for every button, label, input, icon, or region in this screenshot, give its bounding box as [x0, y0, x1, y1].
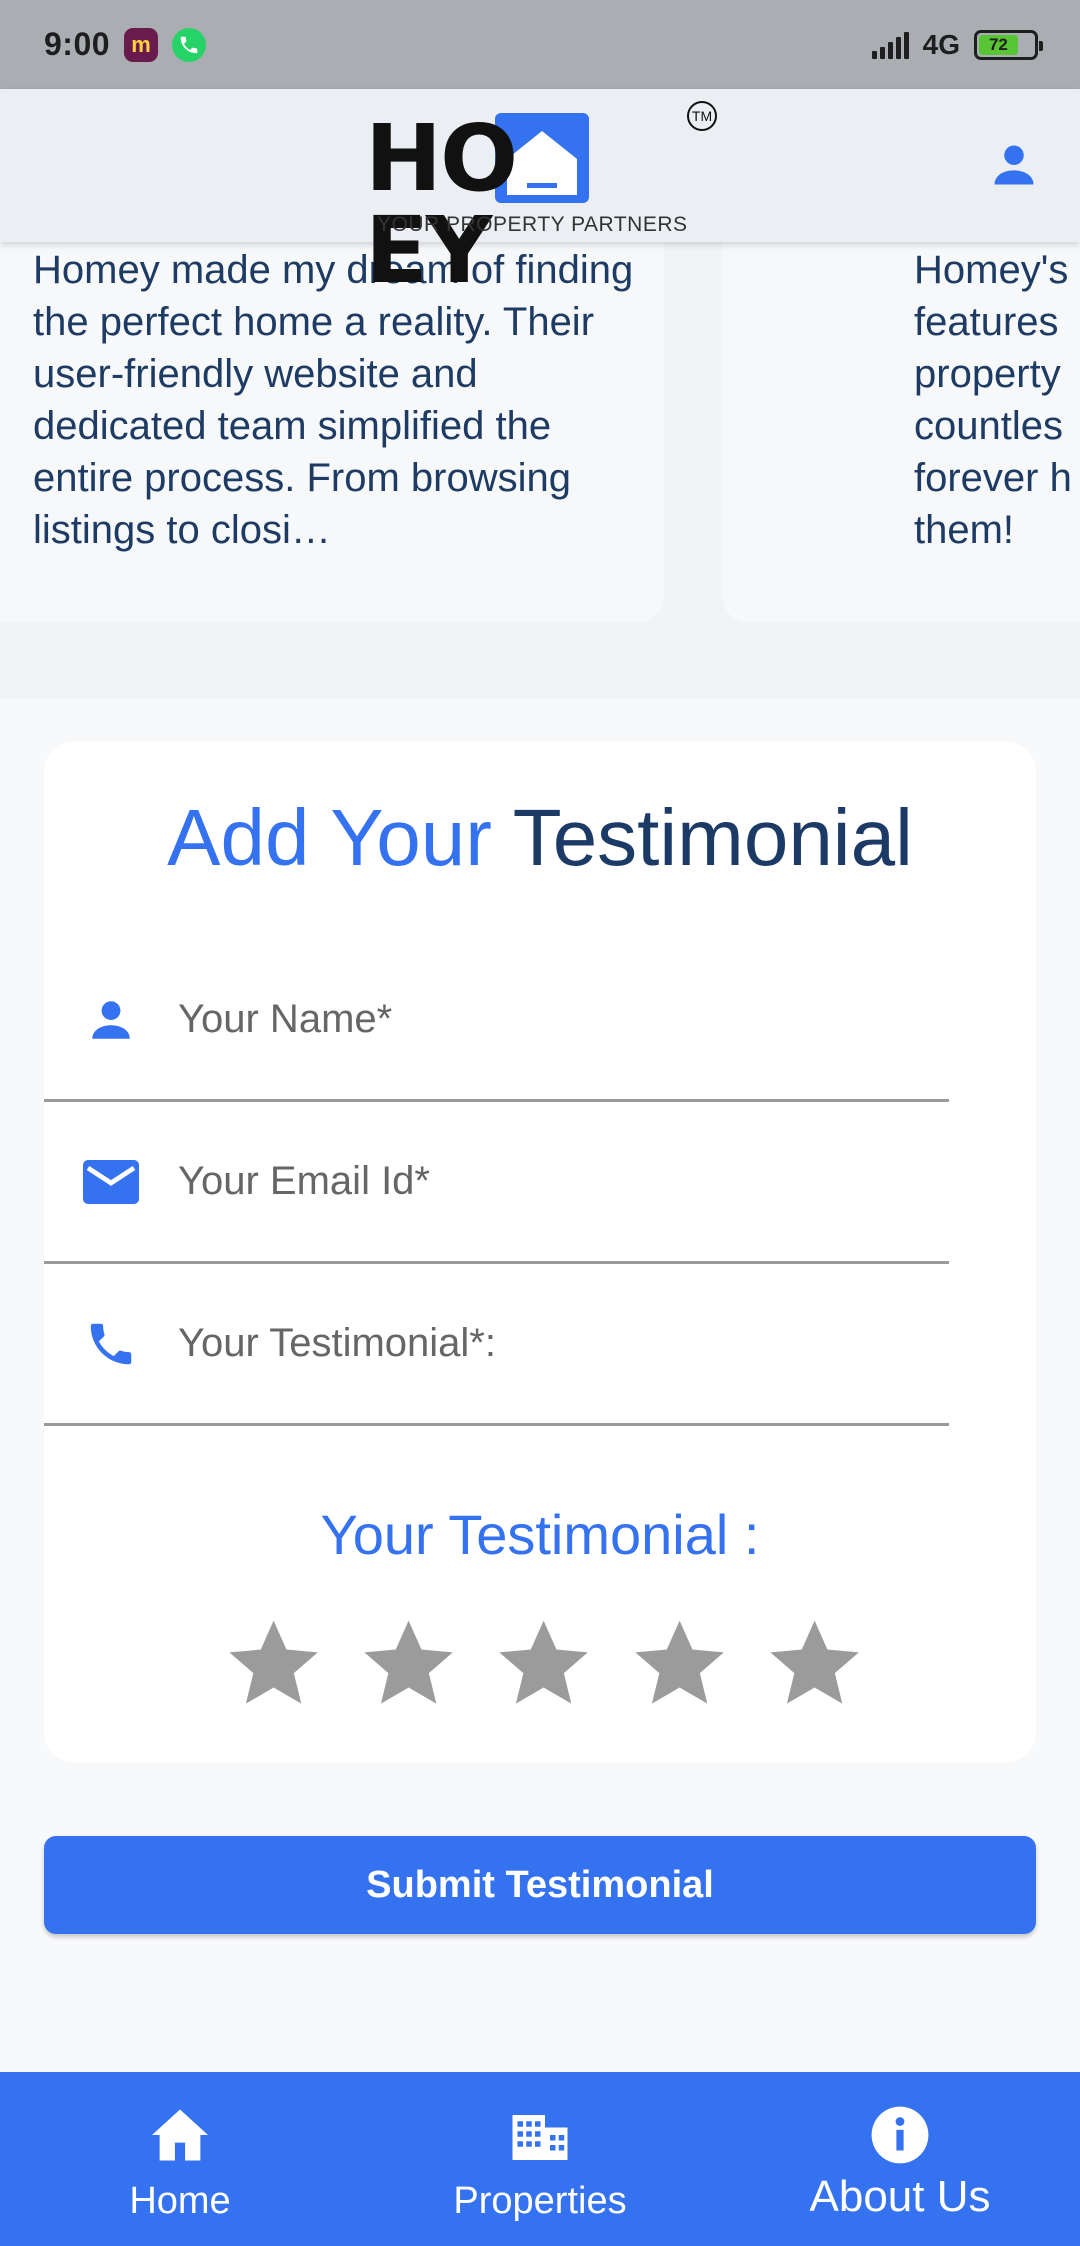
- trademark-badge: TM: [687, 101, 717, 131]
- name-input[interactable]: [176, 996, 896, 1043]
- battery-level: 72: [979, 34, 1018, 55]
- status-bar: 9:00 m 4G 72: [0, 0, 1080, 89]
- signal-icon: [871, 31, 909, 59]
- info-icon: [867, 2102, 933, 2168]
- nav-properties-label: Properties: [453, 2180, 627, 2222]
- mail-icon: [82, 1153, 140, 1211]
- star-icon[interactable]: [494, 1614, 593, 1714]
- network-type: 4G: [922, 28, 960, 60]
- star-icon[interactable]: [359, 1614, 458, 1714]
- home-icon: [147, 2102, 213, 2168]
- form-title: Add Your Testimonial: [44, 792, 1036, 884]
- testimonial-field[interactable]: [44, 1264, 949, 1426]
- nav-about-label: About Us: [809, 2172, 991, 2221]
- nav-properties[interactable]: Properties: [360, 2072, 720, 2246]
- testimonial-card[interactable]: Homey made my dream of finding the perfe…: [0, 242, 664, 623]
- testimonials-carousel[interactable]: Homey made my dream of finding the perfe…: [0, 242, 1080, 699]
- status-time: 9:00: [44, 26, 111, 62]
- nav-home-label: Home: [129, 2180, 231, 2222]
- profile-button[interactable]: [986, 137, 1042, 193]
- phone-icon: [82, 1315, 140, 1373]
- form-title-dark: Testimonial: [512, 793, 913, 882]
- app-header: HOEY TM YOUR PROPERTY PARTNERS: [0, 89, 1080, 297]
- nav-home[interactable]: Home: [0, 2072, 360, 2246]
- email-input[interactable]: [176, 1158, 896, 1205]
- person-icon: [82, 991, 140, 1049]
- name-field[interactable]: [44, 940, 949, 1102]
- whatsapp-icon: [172, 27, 207, 62]
- submit-testimonial-button[interactable]: Submit Testimonial: [44, 1836, 1036, 1934]
- rating-label: Your Testimonial :: [320, 1503, 760, 1566]
- logo-tagline: YOUR PROPERTY PARTNERS: [377, 213, 688, 236]
- homey-logo[interactable]: HOEY TM YOUR PROPERTY PARTNERS: [365, 101, 717, 297]
- form-title-accent: Add Your: [167, 793, 492, 882]
- person-icon: [994, 145, 1034, 185]
- app-notification-icon: m: [124, 27, 159, 62]
- battery-icon: 72: [974, 29, 1043, 60]
- email-field[interactable]: [44, 1102, 949, 1264]
- building-icon: [507, 2102, 573, 2168]
- status-bar-left: 9:00 m: [44, 26, 207, 63]
- testimonial-text: Homey's features property countles forev…: [914, 248, 1072, 552]
- bottom-navigation: Home Properties About Us: [0, 2072, 1080, 2246]
- nav-about-us[interactable]: About Us: [720, 2072, 1080, 2246]
- testimonial-input[interactable]: [176, 1320, 896, 1367]
- testimonial-card[interactable]: Homey's features property countles forev…: [722, 242, 1080, 623]
- star-icon[interactable]: [224, 1614, 323, 1714]
- logo-wordmark: HOEY: [365, 105, 518, 304]
- status-bar-right: 4G 72: [871, 28, 1043, 61]
- star-icon[interactable]: [765, 1614, 864, 1714]
- star-icon[interactable]: [630, 1614, 729, 1714]
- star-rating[interactable]: [224, 1614, 864, 1714]
